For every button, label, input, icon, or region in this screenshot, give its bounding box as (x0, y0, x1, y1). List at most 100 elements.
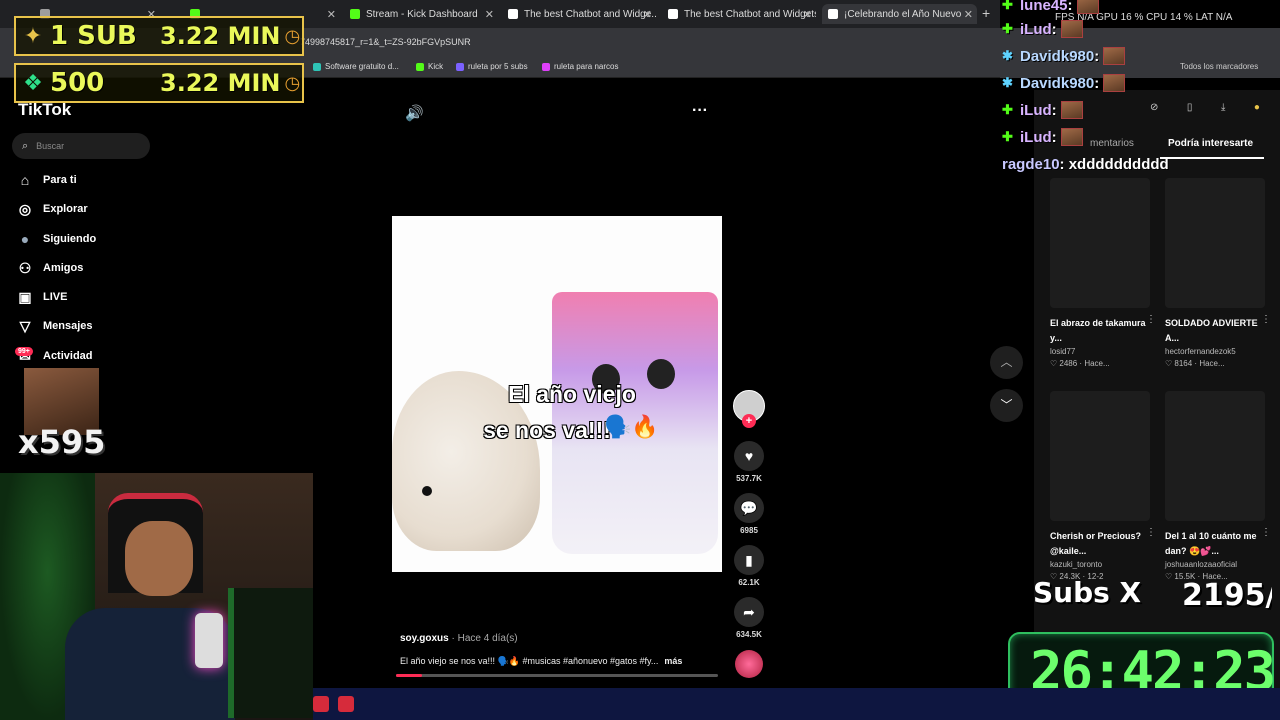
chat-emote-icon (1103, 47, 1126, 65)
browser-tab-chatbot-2[interactable]: The best Chatbot and Widgets ✕ (668, 4, 816, 24)
video-thumbnail[interactable] (1165, 178, 1265, 308)
video-author[interactable]: soy.goxus · Hace 4 día(s) (400, 633, 518, 644)
bookmark-ruleta-narcos[interactable]: ruleta para narcos (542, 62, 618, 71)
caption-line-1: El año viejo (508, 381, 636, 407)
browser-tab-chatbot-1[interactable]: The best Chatbot and Widge... ✕ (508, 4, 656, 24)
nav-item-para-ti[interactable]: ⌂ Para ti (16, 170, 77, 190)
progress-fill (396, 674, 422, 677)
profile-avatar-icon[interactable]: ● (1254, 102, 1260, 124)
nav-item-amigos[interactable]: ⚇ Amigos (16, 258, 84, 278)
card-likes: 2486 (1059, 359, 1078, 368)
close-icon[interactable]: ✕ (964, 8, 973, 21)
related-video-card[interactable]: Del 1 al 10 cuánto me dan? 😍💕... ⋮ joshu… (1165, 391, 1271, 581)
more-link[interactable]: más (664, 656, 682, 666)
browser-tab-kick-dashboard[interactable]: Stream - Kick Dashboard ✕ (350, 4, 498, 24)
bookmark-ruleta-subs[interactable]: ruleta por 5 subs (456, 62, 528, 71)
search-input[interactable]: ⌕ Buscar (12, 133, 150, 159)
messages-icon: ▽ (19, 317, 31, 334)
sub-timer-row-2: ❖ 500 3.22 MIN ◷ (14, 63, 304, 103)
nav-item-explorar[interactable]: ◎ Explorar (16, 199, 88, 219)
save-button[interactable]: ▮ 62.1K (734, 545, 764, 587)
nav-label: Para ti (43, 174, 77, 186)
video-progress-bar[interactable] (396, 674, 718, 677)
card-meta: ♡ 8164 · Hace... (1165, 359, 1225, 368)
share-button[interactable]: ➦ 634.5K (734, 597, 764, 639)
close-icon[interactable]: ✕ (643, 8, 652, 21)
like-button[interactable]: ♥ 537.7K (734, 441, 764, 483)
comment-button[interactable]: 💬 6985 (734, 493, 764, 535)
save-count: 62.1K (738, 578, 760, 587)
chat-emote-icon (1060, 101, 1083, 119)
video-thumbnail[interactable] (1165, 391, 1265, 521)
chat-emote-icon (1103, 74, 1126, 92)
kick-favicon-icon (350, 9, 360, 19)
follow-plus-icon[interactable]: + (742, 414, 756, 428)
phone-icon[interactable]: ▯ (1187, 102, 1193, 124)
more-options-icon[interactable]: ⋮ (1261, 527, 1271, 538)
chat-message: ✚ iLud : (1002, 99, 1083, 121)
nav-item-mensajes[interactable]: ▽ Mensajes (16, 316, 93, 336)
next-video-button[interactable]: ﹀ (990, 389, 1023, 422)
close-icon[interactable]: ✕ (327, 8, 336, 21)
music-disc-icon[interactable] (735, 650, 763, 678)
related-video-card[interactable]: SOLDADO ADVIERTE A... ⋮ hectorfernandezo… (1165, 178, 1271, 368)
bookmark-software[interactable]: Software gratuito d... (313, 62, 399, 71)
tab-label: ¡Celebrando el Año Nuevo (844, 8, 962, 20)
more-options-icon[interactable]: ⋮ (1146, 314, 1156, 325)
card-user: hectorfernandezok5 (1165, 347, 1236, 356)
card-date: Hace... (1199, 359, 1225, 368)
sub-value: 500 (50, 68, 105, 98)
nav-label: LIVE (43, 291, 68, 303)
more-options-icon[interactable]: ··· (692, 102, 708, 120)
related-video-card[interactable]: Cherish or Precious? @kaile... ⋮ kazuki_… (1050, 391, 1156, 581)
nav-label: Siguiendo (43, 233, 97, 245)
previous-video-button[interactable]: ︿ (990, 346, 1023, 379)
comment-count: 6985 (740, 526, 758, 535)
app-icon[interactable] (313, 696, 329, 712)
background-chair (228, 588, 313, 718)
friends-icon: ⚇ (18, 259, 32, 276)
video-thumbnail[interactable] (1050, 178, 1150, 308)
tab-related[interactable]: Podría interesarte (1168, 138, 1253, 149)
download-icon[interactable]: ⤓ (1221, 102, 1225, 124)
card-title: El abrazo de takamura y... (1050, 318, 1146, 343)
right-toolbar: ⊘ ▯ ⤓ ● (1150, 102, 1260, 124)
share-count: 634.5K (736, 630, 762, 639)
new-tab-icon[interactable]: + (982, 5, 990, 21)
bookmark-label: ruleta para narcos (554, 62, 619, 71)
chat-user: lune45 (1020, 0, 1068, 14)
chat-text: : (1051, 20, 1057, 38)
clock-icon: ◷ (284, 25, 301, 46)
nav-item-siguiendo[interactable]: ● Siguiendo (16, 229, 96, 249)
card-title: Del 1 al 10 cuánto me dan? 😍💕... (1165, 531, 1257, 556)
video-thumbnail[interactable] (1050, 391, 1150, 521)
author-name[interactable]: soy.goxus (400, 633, 449, 644)
nav-label: Actividad (43, 350, 93, 362)
settings-icon[interactable]: ⊘ (1150, 102, 1158, 124)
chat-text: : (1094, 47, 1100, 65)
following-avatar-icon: ● (20, 231, 30, 247)
video-player[interactable]: El año viejo se nos va!!! 🗣️🔥 (392, 216, 722, 572)
bookmark-kick[interactable]: Kick (416, 62, 443, 71)
tiktok-logo[interactable]: TikTok (18, 100, 71, 120)
browser-tab-tiktok-active[interactable]: ¡Celebrando el Año Nuevo ✕ (822, 4, 977, 24)
moderator-badge-icon: ✱ (1002, 75, 1013, 90)
volume-icon[interactable]: 🔊 (405, 104, 424, 122)
card-user: kazuki_toronto (1050, 560, 1103, 569)
share-icon: ➦ (734, 597, 764, 627)
nav-item-live[interactable]: ▣ LIVE (16, 287, 67, 307)
close-icon[interactable]: ✕ (485, 8, 494, 21)
tab-comments[interactable]: mentarios (1090, 138, 1134, 149)
url-text[interactable]: 74998745817_r=1&_t=ZS-92bFGVpSUNR (300, 37, 471, 47)
streamer-head (125, 521, 193, 596)
app-icon[interactable] (338, 696, 354, 712)
related-video-card[interactable]: El abrazo de takamura y... ⋮ losid77 ♡ 2… (1050, 178, 1156, 368)
all-bookmarks-link[interactable]: Todos los marcadores (1180, 62, 1258, 71)
more-options-icon[interactable]: ⋮ (1146, 527, 1156, 538)
chat-user: ragde10 (1002, 155, 1060, 173)
emote-counter: x595 (18, 423, 106, 461)
close-icon[interactable]: ✕ (803, 8, 812, 21)
bookmark-icon: ▮ (734, 545, 764, 575)
more-options-icon[interactable]: ⋮ (1261, 314, 1271, 325)
card-date: Hace... (1084, 359, 1110, 368)
